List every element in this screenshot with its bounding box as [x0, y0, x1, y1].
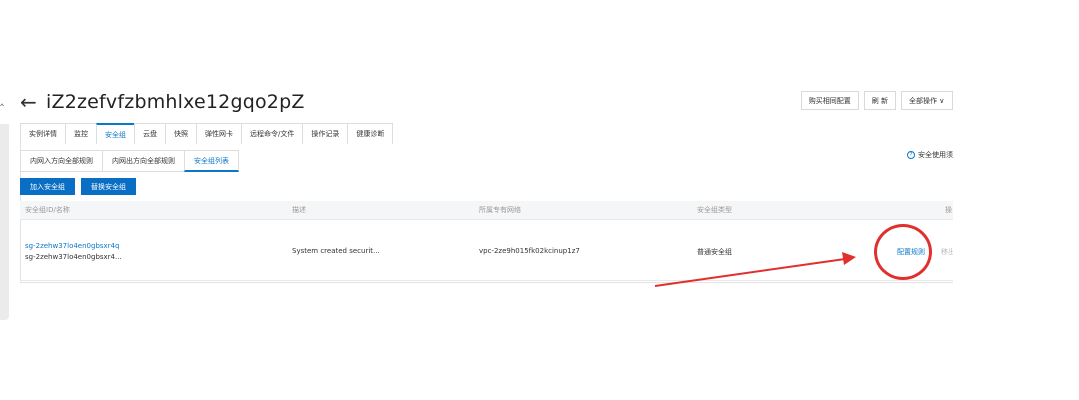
- title-row: ← iZ2zefvfzbmhlxe12gqo2pZ: [20, 88, 305, 116]
- caret-icon: ‸: [0, 92, 5, 106]
- help-text: 安全使用须: [918, 151, 953, 159]
- replace-security-group-button[interactable]: 替换安全组: [81, 178, 136, 195]
- tab-cloud-disk[interactable]: 云盘: [134, 123, 166, 144]
- tab-elastic-nic[interactable]: 弹性网卡: [196, 123, 242, 144]
- action-buttons: 加入安全组 替换安全组: [20, 178, 136, 195]
- tab-health-diagnosis[interactable]: 健康诊断: [347, 123, 394, 144]
- refresh-button[interactable]: 刷 新: [863, 91, 896, 110]
- tab-remote-command[interactable]: 远程命令/文件: [241, 123, 304, 144]
- vpc-id: vpc-2ze9h015fk02kcinup1z7: [479, 247, 580, 255]
- column-header-actions: 操: [945, 206, 952, 214]
- table-header: 安全组ID/名称 描述 所属专有网络 安全组类型 操: [20, 201, 953, 220]
- tab-monitoring[interactable]: 监控: [65, 123, 97, 144]
- security-group-id-link[interactable]: sg-2zehw37lo4en0gbsxr4q: [25, 242, 119, 250]
- help-link[interactable]: ? 安全使用须: [907, 150, 953, 160]
- security-group-name: sg-2zehw37lo4en0gbsxr4...: [25, 253, 122, 261]
- column-header-vpc: 所属专有网络: [479, 206, 521, 214]
- tab-instance-details[interactable]: 实例详情: [20, 123, 66, 144]
- page-title: iZ2zefvfzbmhlxe12gqo2pZ: [46, 91, 305, 113]
- column-header-id: 安全组ID/名称: [25, 206, 70, 214]
- join-security-group-button[interactable]: 加入安全组: [20, 178, 75, 195]
- security-group-description: System created securit...: [292, 247, 380, 255]
- column-header-type: 安全组类型: [697, 206, 732, 214]
- remove-link[interactable]: 移出: [941, 247, 953, 257]
- subtab-inbound-rules[interactable]: 内网入方向全部规则: [20, 150, 103, 172]
- column-header-description: 描述: [292, 206, 306, 214]
- tab-operation-log[interactable]: 操作记录: [302, 123, 349, 144]
- left-scroll-strip: ‸: [0, 92, 9, 320]
- tab-security-group[interactable]: 安全组: [96, 123, 135, 144]
- tab-snapshot[interactable]: 快照: [165, 123, 197, 144]
- subtab-outbound-rules[interactable]: 内网出方向全部规则: [102, 150, 185, 172]
- instance-tabs: 实例详情 监控 安全组 云盘 快照 弹性网卡 远程命令/文件 操作记录 健康诊断: [20, 123, 394, 144]
- question-icon: ?: [907, 151, 915, 159]
- annotation-circle: [874, 224, 932, 280]
- annotation-arrow: [654, 252, 856, 287]
- all-actions-dropdown[interactable]: 全部操作 ∨: [901, 91, 953, 110]
- rule-subtabs: 内网入方向全部规则 内网出方向全部规则 安全组列表: [20, 150, 239, 172]
- back-arrow-icon[interactable]: ←: [20, 92, 40, 112]
- buy-same-config-button[interactable]: 购买相同配置: [800, 91, 859, 110]
- top-actions: 购买相同配置 刷 新 全部操作 ∨: [800, 91, 953, 110]
- subtab-security-group-list[interactable]: 安全组列表: [184, 150, 239, 172]
